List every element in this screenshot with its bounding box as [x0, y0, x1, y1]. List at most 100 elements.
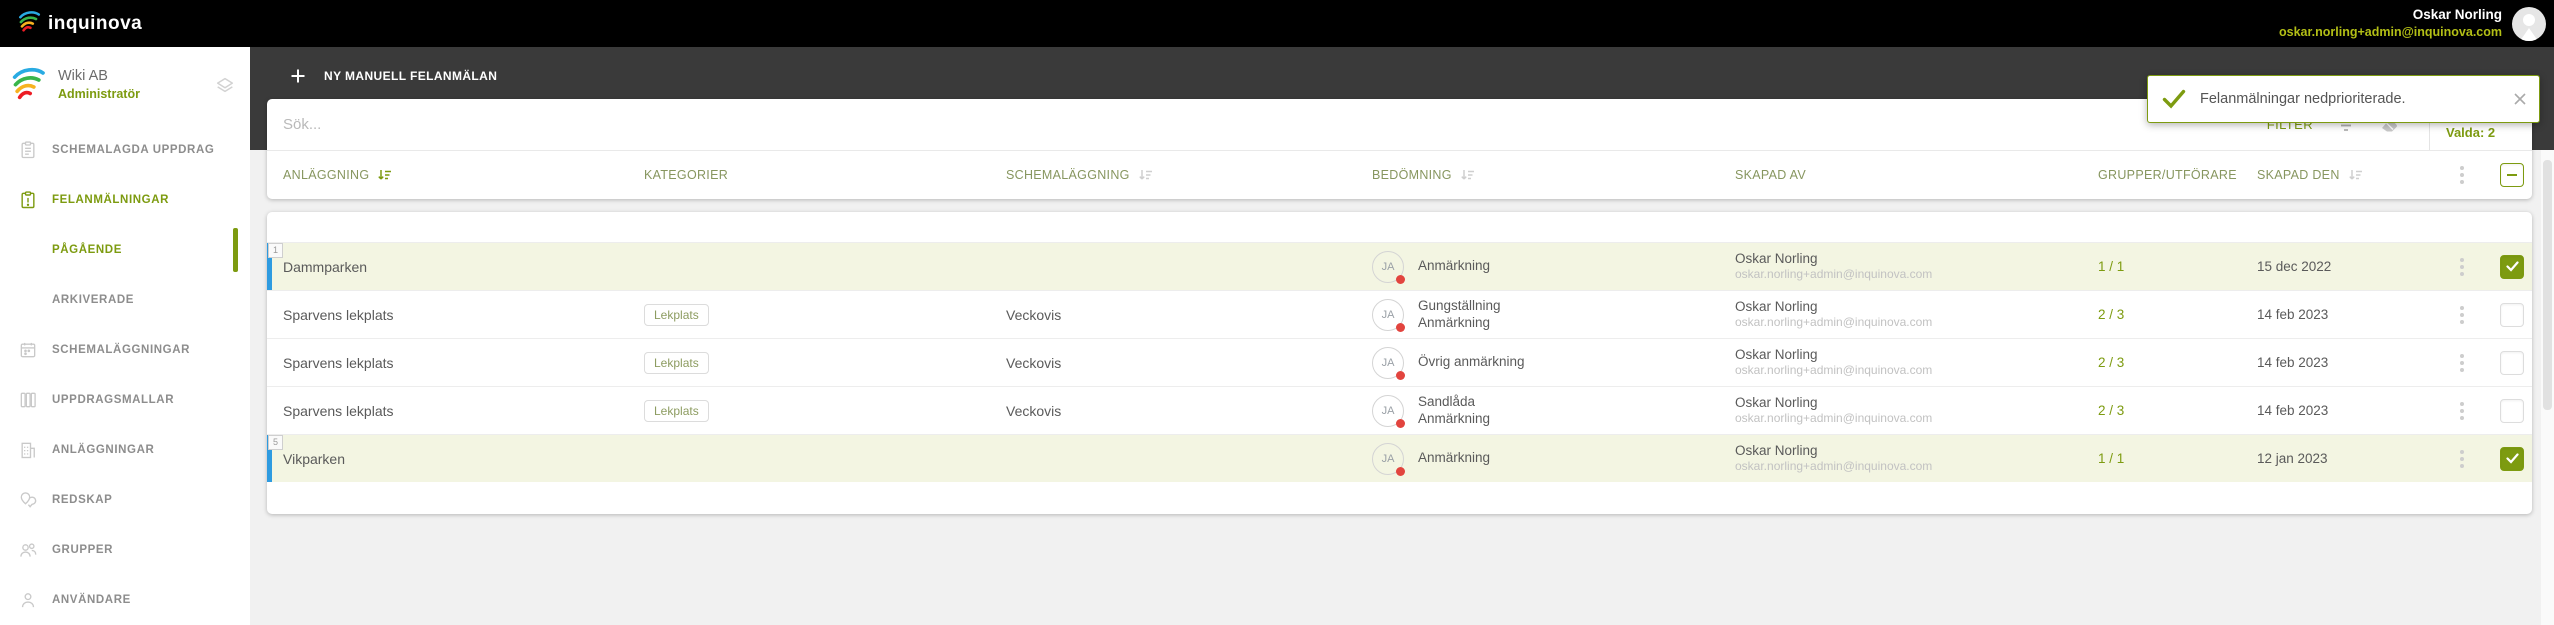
cell-bedomning: JA Anmärkning: [1356, 250, 1719, 284]
user-name: Oskar Norling: [2412, 6, 2502, 22]
layers-icon[interactable]: [214, 74, 236, 96]
cell-anlaggning: Vikparken: [283, 450, 346, 467]
toast-message: Felanmälningar nedprioriterade.: [2200, 91, 2406, 107]
column-header-grupper[interactable]: GRUPPER/UTFÖRARE: [2064, 168, 2239, 182]
sidebar-item-label: ANVÄNDARE: [52, 594, 131, 606]
cell-bedomning: JA Sandlåda Anmärkning: [1356, 394, 1719, 428]
toast-close-icon[interactable]: [2513, 92, 2527, 106]
brand-wordmark: inquinova: [48, 12, 143, 34]
row-menu-icon[interactable]: [2444, 257, 2480, 276]
select-all-cell: [2480, 163, 2532, 187]
sidebar-item-redskap[interactable]: REDSKAP: [0, 475, 250, 525]
cell-anlaggning: Dammparken: [283, 258, 368, 275]
assessment-badge: JA: [1372, 442, 1405, 476]
cell-grupper-utforare: 2 / 3: [2098, 307, 2125, 322]
creator-email: oskar.norling+admin@inquinova.com: [1735, 411, 1933, 426]
scrollbar-thumb[interactable]: [2543, 160, 2552, 410]
cell-schemalaggning: Veckovis: [1006, 354, 1062, 371]
cell-skapad-av: Oskar Norling oskar.norling+admin@inquin…: [1719, 442, 2064, 475]
column-header-bedomning[interactable]: BEDÖMNING: [1356, 168, 1719, 182]
column-header-schemalaggning[interactable]: SCHEMALÄGGNING: [990, 168, 1356, 182]
table-header-row: ANLÄGGNING KATEGORIER SCHEMALÄGGNING BEDÖMN…: [267, 151, 2532, 199]
sidebar-item-pagaende[interactable]: PÅGÅENDE: [0, 225, 250, 275]
select-all-checkbox[interactable]: [2500, 163, 2524, 187]
assessment-text: Anmärkning: [1418, 450, 1491, 466]
user-icon: [18, 590, 52, 610]
clipboard-list-icon: [18, 140, 52, 160]
table-row[interactable]: Sparvens lekplats Lekplats Veckovis JA Ö…: [267, 338, 2532, 386]
user-menu[interactable]: Oskar Norling oskar.norling+admin@inquin…: [2279, 6, 2554, 41]
header-menu-icon[interactable]: [2444, 166, 2480, 184]
row-menu-icon[interactable]: [2444, 353, 2480, 372]
sidebar-item-arkiverade[interactable]: ARKIVERADE: [0, 275, 250, 325]
table-row[interactable]: 5 Vikparken JA Anmärkning Oskar Norling …: [267, 434, 2532, 482]
user-email: oskar.norling+admin@inquinova.com: [2279, 25, 2502, 40]
row-checkbox[interactable]: [2500, 254, 2524, 279]
new-manual-report-label: NY MANUELL FELANMÄLAN: [324, 69, 498, 83]
alert-dot: [1396, 274, 1405, 284]
cell-skapad-av: Oskar Norling oskar.norling+admin@inquin…: [1719, 298, 2064, 331]
top-bar: inquinova Oskar Norling oskar.norling+ad…: [0, 0, 2554, 47]
row-menu-icon[interactable]: [2444, 401, 2480, 420]
sidebar-item-anlaggningar[interactable]: ANLÄGGNINGAR: [0, 425, 250, 475]
sidebar-item-uppdragsmallar[interactable]: UPPDRAGSMALLAR: [0, 375, 250, 425]
row-checkbox[interactable]: [2500, 302, 2524, 327]
sidebar-item-felanmalningar[interactable]: FELANMÄLNINGAR: [0, 175, 250, 225]
column-header-skapadav[interactable]: SKAPAD AV: [1719, 168, 2064, 182]
column-header-kategorier[interactable]: KATEGORIER: [628, 168, 990, 182]
brand-logo: inquinova: [0, 8, 142, 39]
org-header: Wiki AB Administratör: [0, 47, 250, 119]
plus-icon: [290, 68, 306, 84]
cell-anlaggning: Sparvens lekplats: [283, 354, 394, 371]
sidebar-item-schemalaggningar[interactable]: SCHEMALÄGGNINGAR: [0, 325, 250, 375]
cell-skapad-den: 12 jan 2023: [2257, 451, 2328, 466]
cell-checkbox: [2480, 446, 2532, 471]
column-header-anlaggning[interactable]: ANLÄGGNING: [267, 168, 628, 182]
sidebar-nav: SCHEMALAGDA UPPDRAG FELANMÄLNINGAR PÅGÅE…: [0, 125, 250, 625]
sidebar-item-anvandare[interactable]: ANVÄNDARE: [0, 575, 250, 625]
org-role: Administratör: [58, 87, 140, 102]
cell-kategorier: Lekplats: [628, 351, 990, 374]
row-menu-icon[interactable]: [2444, 305, 2480, 324]
row-checkbox[interactable]: [2500, 446, 2524, 471]
alert-dot: [1396, 322, 1405, 332]
creator-name: Oskar Norling: [1735, 442, 1818, 458]
cell-skapad-av: Oskar Norling oskar.norling+admin@inquin…: [1719, 346, 2064, 379]
row-checkbox[interactable]: [2500, 398, 2524, 423]
creator-email: oskar.norling+admin@inquinova.com: [1735, 363, 1933, 378]
table-row[interactable]: 1 Dammparken JA Anmärkning Oskar Norling…: [267, 242, 2532, 290]
new-manual-report-button[interactable]: NY MANUELL FELANMÄLAN: [286, 64, 501, 88]
sidebar-item-label: UPPDRAGSMALLAR: [52, 394, 175, 406]
row-menu-icon[interactable]: [2444, 449, 2480, 468]
cell-checkbox: [2480, 254, 2532, 279]
cell-kategorier: Lekplats: [628, 303, 990, 326]
cell-checkbox: [2480, 350, 2532, 375]
row-checkbox[interactable]: [2500, 350, 2524, 375]
avatar[interactable]: [2512, 6, 2546, 41]
assessment-text: Övrig anmärkning: [1418, 354, 1525, 370]
sidebar-item-label: SCHEMALAGDA UPPDRAG: [52, 144, 215, 156]
table-row[interactable]: Sparvens lekplats Lekplats Veckovis JA G…: [267, 290, 2532, 338]
table-row[interactable]: Sparvens lekplats Lekplats Veckovis JA S…: [267, 386, 2532, 434]
cell-skapad-den: 14 feb 2023: [2257, 355, 2329, 370]
category-chip: Lekplats: [644, 399, 709, 422]
sidebar-item-label: ANLÄGGNINGAR: [52, 444, 155, 456]
creator-name: Oskar Norling: [1735, 346, 1818, 362]
table-card: 1 Dammparken JA Anmärkning Oskar Norling…: [267, 212, 2532, 514]
sidebar-item-schemalagda-uppdrag[interactable]: SCHEMALAGDA UPPDRAG: [0, 125, 250, 175]
toast-notification: Felanmälningar nedprioriterade.: [2147, 75, 2540, 123]
sidebar-item-label: GRUPPER: [52, 544, 114, 556]
active-indicator-bar: [233, 228, 238, 272]
column-header-skapadden[interactable]: SKAPAD DEN: [2239, 168, 2444, 182]
cell-skapad-den: 14 feb 2023: [2257, 403, 2329, 418]
row-index-badge: 1: [268, 243, 283, 258]
sidebar-item-grupper[interactable]: GRUPPER: [0, 525, 250, 575]
creator-name: Oskar Norling: [1735, 250, 1818, 266]
cell-anlaggning: Sparvens lekplats: [283, 306, 394, 323]
sidebar-item-label: PÅGÅENDE: [52, 244, 122, 256]
cell-bedomning: JA Gungställning Anmärkning: [1356, 298, 1719, 332]
table-body: 1 Dammparken JA Anmärkning Oskar Norling…: [267, 242, 2532, 482]
search-input[interactable]: [267, 99, 2267, 150]
category-chip: Lekplats: [644, 351, 709, 374]
creator-email: oskar.norling+admin@inquinova.com: [1735, 267, 1933, 282]
